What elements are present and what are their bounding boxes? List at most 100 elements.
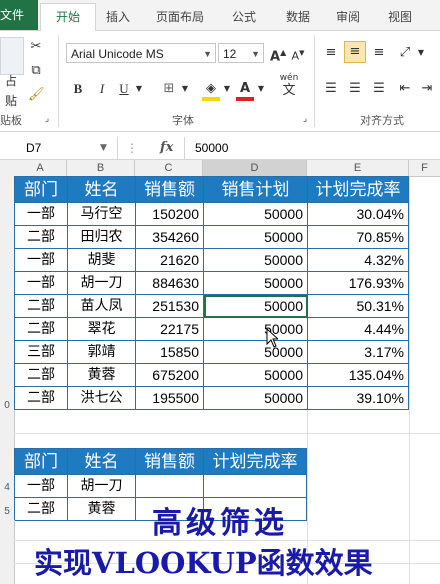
cell-plan[interactable]: 50000 <box>204 364 308 387</box>
tab-file[interactable]: 文件 <box>0 0 38 30</box>
cell-rate[interactable]: 30.04% <box>308 203 409 226</box>
header-cell-name[interactable]: 姓名 <box>68 177 136 203</box>
cell-sales[interactable]: 22175 <box>136 318 204 341</box>
cell-sales[interactable]: 21620 <box>136 249 204 272</box>
cell-dept[interactable]: 二部 <box>15 387 68 410</box>
chevron-down-icon[interactable]: ▼ <box>416 43 426 63</box>
copy-icon[interactable]: ⧉ <box>28 61 44 81</box>
cell-name[interactable]: 田归农 <box>68 226 136 249</box>
cell-dept[interactable]: 一部 <box>15 475 68 498</box>
cell-name[interactable]: 马行空 <box>68 203 136 226</box>
paste-icon[interactable] <box>0 37 24 75</box>
cell-dept[interactable]: 三部 <box>15 341 68 364</box>
cell-plan[interactable]: 50000 <box>204 387 308 410</box>
tab-view[interactable]: 视图 <box>382 6 418 28</box>
cell-sales[interactable] <box>136 475 204 498</box>
cell-dept[interactable]: 二部 <box>15 226 68 249</box>
align-top-icon[interactable]: ≡ <box>322 43 340 63</box>
insert-function-button[interactable]: fx <box>160 137 173 159</box>
cell-plan[interactable]: 50000 <box>204 318 308 341</box>
formula-input[interactable]: 50000 <box>184 137 440 159</box>
header-cell-plan[interactable]: 销售计划 <box>204 177 308 203</box>
borders-icon[interactable]: ⊞ <box>160 79 178 99</box>
cell-plan[interactable]: 50000 <box>204 295 308 318</box>
cell-rate[interactable]: 135.04% <box>308 364 409 387</box>
font-name-dropdown[interactable]: Arial Unicode MS ▼ <box>66 43 216 63</box>
cell-sales[interactable]: 150200 <box>136 203 204 226</box>
tab-data[interactable]: 数据 <box>280 6 316 28</box>
cell-sales[interactable]: 195500 <box>136 387 204 410</box>
align-center-icon[interactable]: ☰ <box>346 79 364 99</box>
cell-rate[interactable]: 4.44% <box>308 318 409 341</box>
cell-name[interactable]: 苗人凤 <box>68 295 136 318</box>
header-cell-name[interactable]: 姓名 <box>68 449 136 475</box>
cell-dept[interactable]: 二部 <box>15 318 68 341</box>
cell-plan[interactable]: 50000 <box>204 203 308 226</box>
cell-sales[interactable]: 884630 <box>136 272 204 295</box>
cell-name[interactable]: 胡一刀 <box>68 475 136 498</box>
italic-button[interactable]: I <box>94 79 110 99</box>
chevron-down-icon[interactable]: ▼ <box>180 79 190 99</box>
font-size-dropdown[interactable]: 12 ▼ <box>218 43 264 63</box>
format-painter-icon[interactable]: 🖌 <box>28 85 45 105</box>
header-cell-sales[interactable]: 销售额 <box>136 177 204 203</box>
align-right-icon[interactable]: ☰ <box>370 79 388 99</box>
cell-dept[interactable]: 二部 <box>15 364 68 387</box>
underline-button[interactable]: U <box>116 79 132 99</box>
tab-page-layout[interactable]: 页面布局 <box>148 6 212 28</box>
align-left-icon[interactable]: ☰ <box>322 79 340 99</box>
cell-dept[interactable]: 一部 <box>15 203 68 226</box>
cell-plan[interactable]: 50000 <box>204 249 308 272</box>
cell-name[interactable]: 黄蓉 <box>68 498 136 521</box>
row-header[interactable]: 4 <box>0 482 14 493</box>
align-middle-icon[interactable]: ≡ <box>344 41 366 63</box>
increase-indent-icon[interactable]: ⇥ <box>418 79 436 99</box>
cell-plan[interactable]: 50000 <box>204 226 308 249</box>
row-header[interactable]: 0 <box>0 400 14 411</box>
paste-label[interactable]: 占贴 <box>0 71 22 111</box>
cell-dept[interactable]: 一部 <box>15 249 68 272</box>
column-header-d[interactable]: D <box>203 160 307 176</box>
column-header-f[interactable]: F <box>409 160 440 176</box>
orientation-icon[interactable]: ⤢ <box>396 43 414 63</box>
font-color-icon[interactable]: A <box>236 79 254 101</box>
tab-home[interactable]: 开始 <box>40 3 96 31</box>
align-bottom-icon[interactable]: ≡ <box>370 43 388 63</box>
cell-plan[interactable]: 50000 <box>204 341 308 364</box>
fill-color-icon[interactable]: ◈ <box>202 79 220 101</box>
header-cell-dept[interactable]: 部门 <box>15 177 68 203</box>
column-header-b[interactable]: B <box>67 160 135 176</box>
cell-sales[interactable]: 251530 <box>136 295 204 318</box>
chevron-down-icon[interactable]: ▼ <box>256 79 266 99</box>
chevron-down-icon[interactable]: ▼ <box>100 137 107 159</box>
cell-rate[interactable] <box>204 475 307 498</box>
cell-name[interactable]: 翠花 <box>68 318 136 341</box>
cell-name[interactable]: 黄蓉 <box>68 364 136 387</box>
cell-sales[interactable]: 354260 <box>136 226 204 249</box>
header-cell-rate[interactable]: 计划完成率 <box>204 449 307 475</box>
bold-button[interactable]: B <box>70 79 86 99</box>
row-header[interactable]: 5 <box>0 506 14 517</box>
cell-name[interactable]: 洪七公 <box>68 387 136 410</box>
header-cell-sales[interactable]: 销售额 <box>136 449 204 475</box>
cell-plan[interactable]: 50000 <box>204 272 308 295</box>
cell-rate[interactable]: 39.10% <box>308 387 409 410</box>
cell-dept[interactable]: 二部 <box>15 295 68 318</box>
phonetic-icon[interactable]: wén 文 <box>276 73 302 99</box>
chevron-down-icon[interactable]: ▼ <box>134 79 144 99</box>
decrease-indent-icon[interactable]: ⇤ <box>396 79 414 99</box>
cell-dept[interactable]: 二部 <box>15 498 68 521</box>
column-header-a[interactable]: A <box>14 160 67 176</box>
column-header-e[interactable]: E <box>307 160 409 176</box>
cell-rate[interactable]: 176.93% <box>308 272 409 295</box>
cell-rate[interactable]: 50.31% <box>308 295 409 318</box>
dialog-launcher-icon[interactable]: ⌟ <box>42 113 52 125</box>
cell-rate[interactable]: 3.17% <box>308 341 409 364</box>
cut-icon[interactable]: ✂ <box>28 37 44 57</box>
cell-sales[interactable]: 15850 <box>136 341 204 364</box>
shrink-font-icon[interactable]: A▼ <box>290 43 306 67</box>
cell-dept[interactable]: 一部 <box>15 272 68 295</box>
tab-formulas[interactable]: 公式 <box>226 6 262 28</box>
header-cell-dept[interactable]: 部门 <box>15 449 68 475</box>
cell-name[interactable]: 胡一刀 <box>68 272 136 295</box>
